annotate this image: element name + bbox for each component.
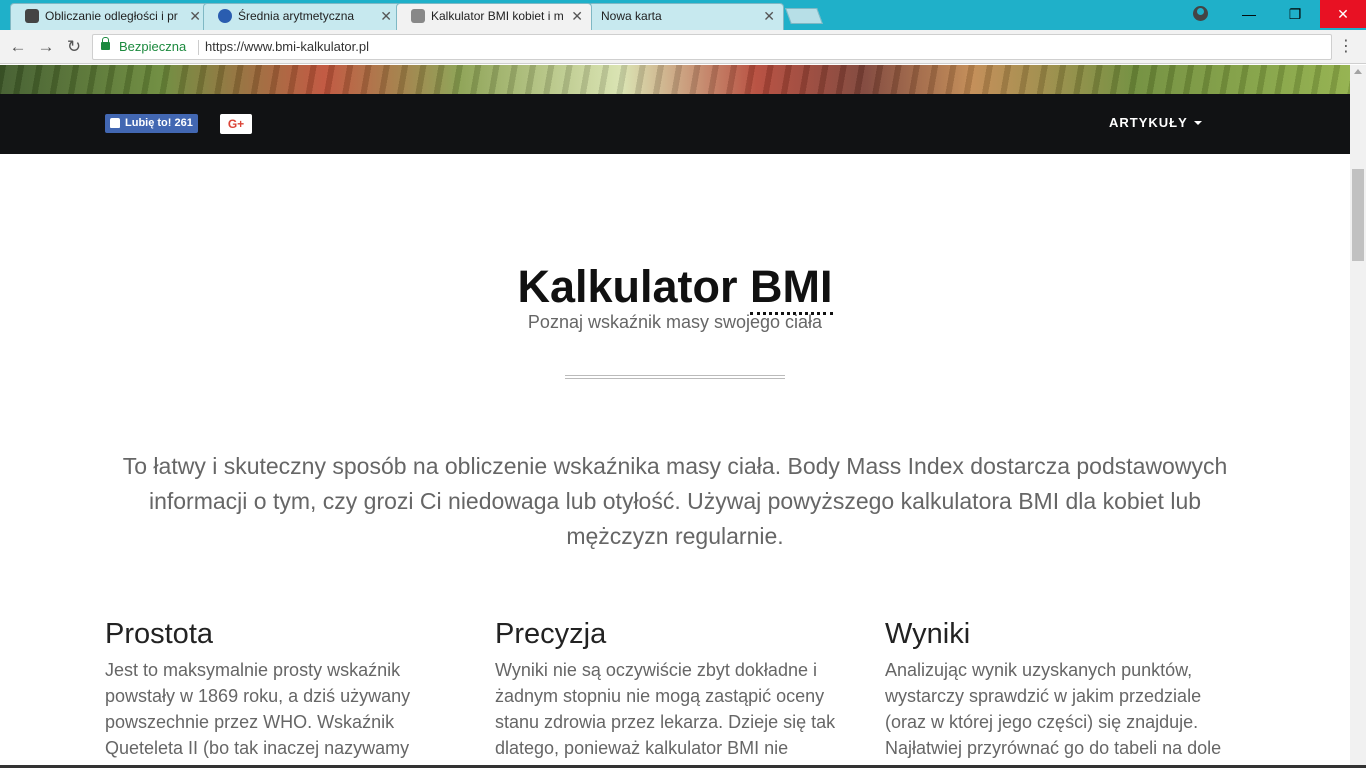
feature-text: Analizując wynik uzyskanych punktów, wys… <box>885 660 1222 758</box>
gplus-label: G+ <box>227 117 245 131</box>
title-text: Kalkulator <box>517 261 751 312</box>
articles-label: ARTYKUŁY <box>1109 115 1188 130</box>
caret-down-icon <box>1193 121 1202 125</box>
restore-button[interactable]: ❐ <box>1272 0 1318 28</box>
feature-heading: Precyzja <box>495 618 607 650</box>
like-label: Lubię to! 261 <box>125 117 193 129</box>
site-navbar: Lubię to! 261 G+ ARTYKUŁY <box>0 94 1350 154</box>
page-title: Kalkulator BMI <box>0 261 1350 315</box>
browser-toolbar: ← → ↻ Bezpieczna https://www.bmi-kalkula… <box>0 30 1366 64</box>
tab-favicon <box>25 9 39 23</box>
close-icon[interactable]: ✕ <box>763 4 775 28</box>
back-icon[interactable]: ← <box>7 36 29 58</box>
tab-title: Obliczanie odległości i pr <box>45 9 178 23</box>
close-icon[interactable]: ✕ <box>189 4 201 28</box>
feature-heading: Prostota <box>105 618 213 650</box>
feature-text: Jest to maksymalnie prosty wskaźnik pows… <box>105 660 411 758</box>
feature-heading: Wyniki <box>885 618 971 650</box>
scroll-up-arrow-icon[interactable] <box>1354 69 1362 74</box>
close-icon[interactable]: ✕ <box>571 4 583 28</box>
reload-icon[interactable]: ↻ <box>63 36 85 58</box>
feature-text: Wyniki nie są oczywiście zbyt dokładne i… <box>495 660 836 758</box>
scrollbar-thumb[interactable] <box>1352 169 1364 261</box>
divider <box>565 375 785 379</box>
tab-favicon <box>218 9 232 23</box>
tab-favicon <box>411 9 425 23</box>
profile-icon[interactable] <box>1193 6 1208 21</box>
url-text[interactable]: https://www.bmi-kalkulator.pl <box>205 35 369 59</box>
lock-icon <box>101 37 110 50</box>
tab-title: Nowa karta <box>601 9 662 23</box>
tab-new[interactable]: Nowa karta ✕ <box>588 3 784 30</box>
articles-dropdown[interactable]: ARTYKUŁY <box>1109 115 1202 130</box>
feature-precyzja: Precyzja Wyniki nie są oczywiście zbyt d… <box>495 617 855 761</box>
security-label: Bezpieczna <box>119 39 187 54</box>
minimize-button[interactable]: — <box>1226 0 1272 28</box>
tab-title: Średnia arytmetyczna <box>238 9 355 23</box>
google-plus-button[interactable]: G+ <box>220 114 252 134</box>
forward-icon[interactable]: → <box>35 36 57 58</box>
page-subtitle: Poznaj wskaźnik masy swojego ciała <box>527 312 823 332</box>
feature-prostota: Prostota Jest to maksymalnie prosty wska… <box>105 617 465 761</box>
tab-title: Kalkulator BMI kobiet i m <box>431 9 564 23</box>
page-viewport: Lubię to! 261 G+ ARTYKUŁY Kalkulator BMI… <box>0 65 1350 768</box>
address-bar[interactable]: Bezpieczna https://www.bmi-kalkulator.pl… <box>92 34 1332 60</box>
tab-strip: Obliczanie odległości i pr ✕ Średnia ary… <box>0 0 1366 30</box>
page-scrollbar[interactable] <box>1350 65 1366 768</box>
new-tab-button[interactable] <box>785 8 823 24</box>
hero-image <box>0 65 1350 94</box>
window-close-button[interactable]: ✕ <box>1320 0 1366 28</box>
intro-paragraph: To łatwy i skuteczny sposób na obliczeni… <box>122 453 1228 549</box>
tab-srednia[interactable]: Średnia arytmetyczna ✕ <box>203 3 401 30</box>
facebook-like-button[interactable]: Lubię to! 261 <box>105 114 198 133</box>
url-separator <box>198 40 199 55</box>
feature-wyniki: Wyniki Analizując wynik uzyskanych punkt… <box>885 617 1245 761</box>
tab-bmi-active[interactable]: Kalkulator BMI kobiet i m ✕ <box>396 3 592 30</box>
thumbs-up-icon <box>110 118 120 128</box>
bmi-abbreviation: BMI <box>750 261 833 315</box>
close-icon[interactable]: ✕ <box>380 4 392 28</box>
tab-obliczanie[interactable]: Obliczanie odległości i pr ✕ <box>10 3 210 30</box>
browser-menu-icon[interactable]: ⋮ <box>1338 36 1354 58</box>
